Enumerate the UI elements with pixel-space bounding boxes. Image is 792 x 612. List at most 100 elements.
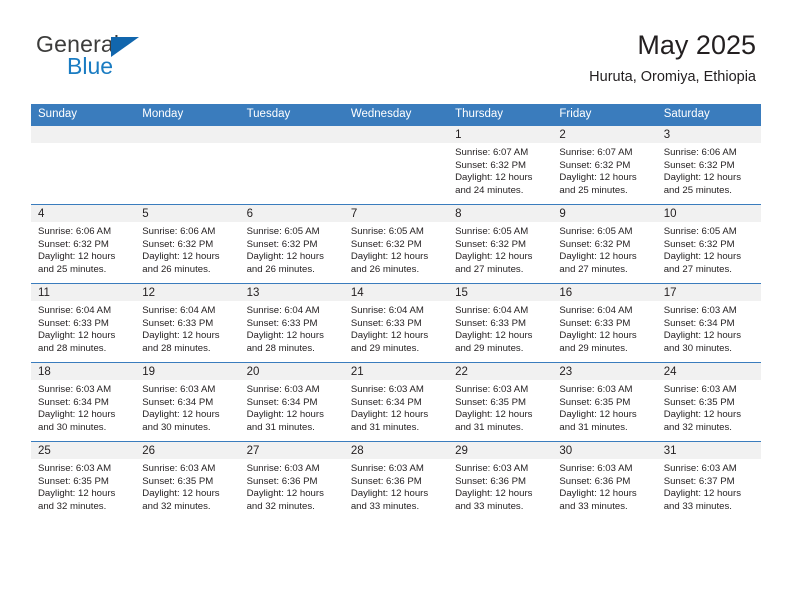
sunset-text: Sunset: 6:34 PM — [38, 396, 109, 408]
day-number: 8 — [448, 205, 553, 222]
calendar-day-cell[interactable]: 13 Sunrise: 6:04 AM Sunset: 6:33 PM Dayligh… — [239, 283, 344, 363]
calendar-day-cell[interactable]: 30 Sunrise: 6:03 AM Sunset: 6:36 PM Dayligh… — [552, 441, 657, 520]
daylight-text: Daylight: 12 hours — [663, 251, 742, 263]
sunrise-text: Sunrise: 6:05 AM — [246, 226, 320, 237]
day-details: Sunrise: 6:05 AM Sunset: 6:32 PM Daylight:… — [448, 222, 552, 276]
sunrise-text: Sunrise: 6:03 AM — [663, 305, 737, 316]
sunset-text: Sunset: 6:32 PM — [350, 238, 422, 250]
calendar-day-cell[interactable]: 2 Sunrise: 6:07 AM Sunset: 6:32 PM Daylight… — [552, 125, 657, 205]
sunrise-text: Sunrise: 6:03 AM — [350, 384, 424, 395]
day-number: 1 — [448, 126, 553, 143]
day-number — [239, 126, 344, 143]
calendar-day-cell[interactable]: 4 Sunrise: 6:06 AM Sunset: 6:32 PM Daylight… — [31, 204, 136, 284]
day-details: Sunrise: 6:06 AM Sunset: 6:32 PM Daylight:… — [657, 143, 761, 197]
day-details: Sunrise: 6:04 AM Sunset: 6:33 PM Daylight:… — [552, 301, 656, 355]
calendar-body: 1 Sunrise: 6:07 AM Sunset: 6:32 PM Daylight… — [31, 125, 761, 520]
calendar-day-cell[interactable]: 19 Sunrise: 6:03 AM Sunset: 6:34 PM Dayligh… — [135, 362, 240, 442]
sunrise-text: Sunrise: 6:06 AM — [38, 226, 112, 237]
sunrise-text: Sunrise: 6:03 AM — [559, 384, 633, 395]
day-details: Sunrise: 6:06 AM Sunset: 6:32 PM Daylight:… — [31, 222, 135, 276]
calendar-day-cell[interactable]: 17 Sunrise: 6:03 AM Sunset: 6:34 PM Dayligh… — [656, 283, 761, 363]
calendar-day-cell[interactable]: 7 Sunrise: 6:05 AM Sunset: 6:32 PM Daylight… — [343, 204, 449, 284]
daylight-text: and 31 minutes. — [246, 421, 315, 433]
daylight-text: Daylight: 12 hours — [663, 172, 742, 184]
sunset-text: Sunset: 6:34 PM — [663, 317, 735, 329]
calendar-day-cell[interactable]: 12 Sunrise: 6:04 AM Sunset: 6:33 PM Dayligh… — [135, 283, 240, 363]
calendar-day-cell[interactable]: 16 Sunrise: 6:04 AM Sunset: 6:33 PM Dayligh… — [552, 283, 657, 363]
sunset-text: Sunset: 6:33 PM — [350, 317, 422, 329]
sunrise-text: Sunrise: 6:03 AM — [142, 463, 216, 474]
calendar-day-cell[interactable]: 11 Sunrise: 6:04 AM Sunset: 6:33 PM Dayligh… — [31, 283, 136, 363]
sunrise-text: Sunrise: 6:07 AM — [455, 147, 529, 158]
day-details: Sunrise: 6:04 AM Sunset: 6:33 PM Daylight:… — [31, 301, 135, 355]
sunrise-text: Sunrise: 6:03 AM — [350, 463, 424, 474]
daylight-text: and 32 minutes. — [38, 500, 107, 512]
calendar-day-cell[interactable]: 24 Sunrise: 6:03 AM Sunset: 6:35 PM Dayligh… — [656, 362, 761, 442]
day-number — [135, 126, 240, 143]
daylight-text: Daylight: 12 hours — [455, 172, 533, 184]
calendar-day-cell-empty — [343, 125, 449, 205]
calendar-day-cell[interactable]: 6 Sunrise: 6:05 AM Sunset: 6:32 PM Daylight… — [239, 204, 344, 284]
calendar-day-cell[interactable]: 29 Sunrise: 6:03 AM Sunset: 6:36 PM Dayligh… — [448, 441, 553, 520]
daylight-text: and 27 minutes. — [663, 263, 732, 275]
calendar-day-cell[interactable]: 28 Sunrise: 6:03 AM Sunset: 6:36 PM Dayligh… — [343, 441, 449, 520]
day-number: 27 — [239, 442, 344, 459]
day-number: 30 — [552, 442, 657, 459]
sunrise-text: Sunrise: 6:03 AM — [38, 384, 112, 395]
day-details: Sunrise: 6:03 AM Sunset: 6:34 PM Daylight:… — [240, 380, 344, 434]
sunset-text: Sunset: 6:36 PM — [455, 475, 527, 487]
day-number: 5 — [135, 205, 240, 222]
day-details: Sunrise: 6:05 AM Sunset: 6:32 PM Daylight:… — [344, 222, 448, 276]
day-number: 18 — [31, 363, 136, 380]
sunrise-text: Sunrise: 6:04 AM — [350, 305, 424, 316]
sunrise-text: Sunrise: 6:06 AM — [663, 147, 737, 158]
daylight-text: Daylight: 12 hours — [246, 251, 324, 263]
daylight-text: Daylight: 12 hours — [38, 409, 116, 421]
daylight-text: and 29 minutes. — [455, 342, 524, 354]
calendar-day-cell[interactable]: 8 Sunrise: 6:05 AM Sunset: 6:32 PM Daylight… — [448, 204, 553, 284]
calendar-day-cell[interactable]: 18 Sunrise: 6:03 AM Sunset: 6:34 PM Dayligh… — [31, 362, 136, 442]
day-number: 19 — [135, 363, 240, 380]
day-details: Sunrise: 6:03 AM Sunset: 6:37 PM Daylight:… — [657, 459, 761, 513]
daylight-text: Daylight: 12 hours — [663, 330, 742, 342]
weekday-header-saturday: Saturday — [656, 104, 761, 126]
day-details: Sunrise: 6:03 AM Sunset: 6:36 PM Daylight:… — [552, 459, 656, 513]
calendar-day-cell[interactable]: 1 Sunrise: 6:07 AM Sunset: 6:32 PM Daylight… — [448, 125, 553, 205]
calendar-day-cell[interactable]: 14 Sunrise: 6:04 AM Sunset: 6:33 PM Dayligh… — [343, 283, 449, 363]
calendar-header-row: Sunday Monday Tuesday Wednesday Thursday… — [31, 104, 761, 126]
calendar-week-row: 25 Sunrise: 6:03 AM Sunset: 6:35 PM Dayligh… — [31, 441, 761, 520]
day-number: 17 — [656, 284, 761, 301]
day-details: Sunrise: 6:03 AM Sunset: 6:36 PM Daylight:… — [240, 459, 344, 513]
calendar-day-cell[interactable]: 3 Sunrise: 6:06 AM Sunset: 6:32 PM Daylight… — [656, 125, 761, 205]
daylight-text: and 31 minutes. — [559, 421, 628, 433]
calendar-day-cell[interactable]: 27 Sunrise: 6:03 AM Sunset: 6:36 PM Dayligh… — [239, 441, 344, 520]
calendar-day-cell[interactable]: 10 Sunrise: 6:05 AM Sunset: 6:32 PM Dayligh… — [656, 204, 761, 284]
calendar-day-cell[interactable]: 25 Sunrise: 6:03 AM Sunset: 6:35 PM Dayligh… — [31, 441, 136, 520]
weekday-header-friday: Friday — [552, 104, 657, 126]
sunset-text: Sunset: 6:36 PM — [246, 475, 318, 487]
calendar-day-cell[interactable]: 21 Sunrise: 6:03 AM Sunset: 6:34 PM Dayligh… — [343, 362, 449, 442]
sunrise-text: Sunrise: 6:03 AM — [38, 463, 112, 474]
calendar-day-cell[interactable]: 20 Sunrise: 6:03 AM Sunset: 6:34 PM Dayligh… — [239, 362, 344, 442]
calendar-day-cell-empty — [239, 125, 344, 205]
sunrise-text: Sunrise: 6:04 AM — [38, 305, 112, 316]
general-blue-logo[interactable]: General Blue — [36, 33, 166, 81]
calendar-day-cell[interactable]: 22 Sunrise: 6:03 AM Sunset: 6:35 PM Dayligh… — [448, 362, 553, 442]
calendar-day-cell[interactable]: 23 Sunrise: 6:03 AM Sunset: 6:35 PM Dayligh… — [552, 362, 657, 442]
day-number: 16 — [552, 284, 657, 301]
calendar-day-cell[interactable]: 15 Sunrise: 6:04 AM Sunset: 6:33 PM Dayligh… — [448, 283, 553, 363]
calendar-day-cell[interactable]: 9 Sunrise: 6:05 AM Sunset: 6:32 PM Daylight… — [552, 204, 657, 284]
calendar-day-cell[interactable]: 26 Sunrise: 6:03 AM Sunset: 6:35 PM Dayligh… — [135, 441, 240, 520]
calendar-day-cell[interactable]: 31 Sunrise: 6:03 AM Sunset: 6:37 PM Dayligh… — [656, 441, 761, 520]
calendar-table: Sunday Monday Tuesday Wednesday Thursday… — [31, 104, 761, 520]
day-number — [31, 126, 136, 143]
sunset-text: Sunset: 6:37 PM — [663, 475, 735, 487]
daylight-text: Daylight: 12 hours — [663, 488, 742, 500]
day-number: 11 — [31, 284, 136, 301]
day-number: 28 — [343, 442, 449, 459]
day-number: 14 — [343, 284, 449, 301]
sunset-text: Sunset: 6:32 PM — [559, 159, 631, 171]
daylight-text: and 28 minutes. — [38, 342, 107, 354]
calendar-day-cell[interactable]: 5 Sunrise: 6:06 AM Sunset: 6:32 PM Daylight… — [135, 204, 240, 284]
sunrise-text: Sunrise: 6:06 AM — [142, 226, 216, 237]
